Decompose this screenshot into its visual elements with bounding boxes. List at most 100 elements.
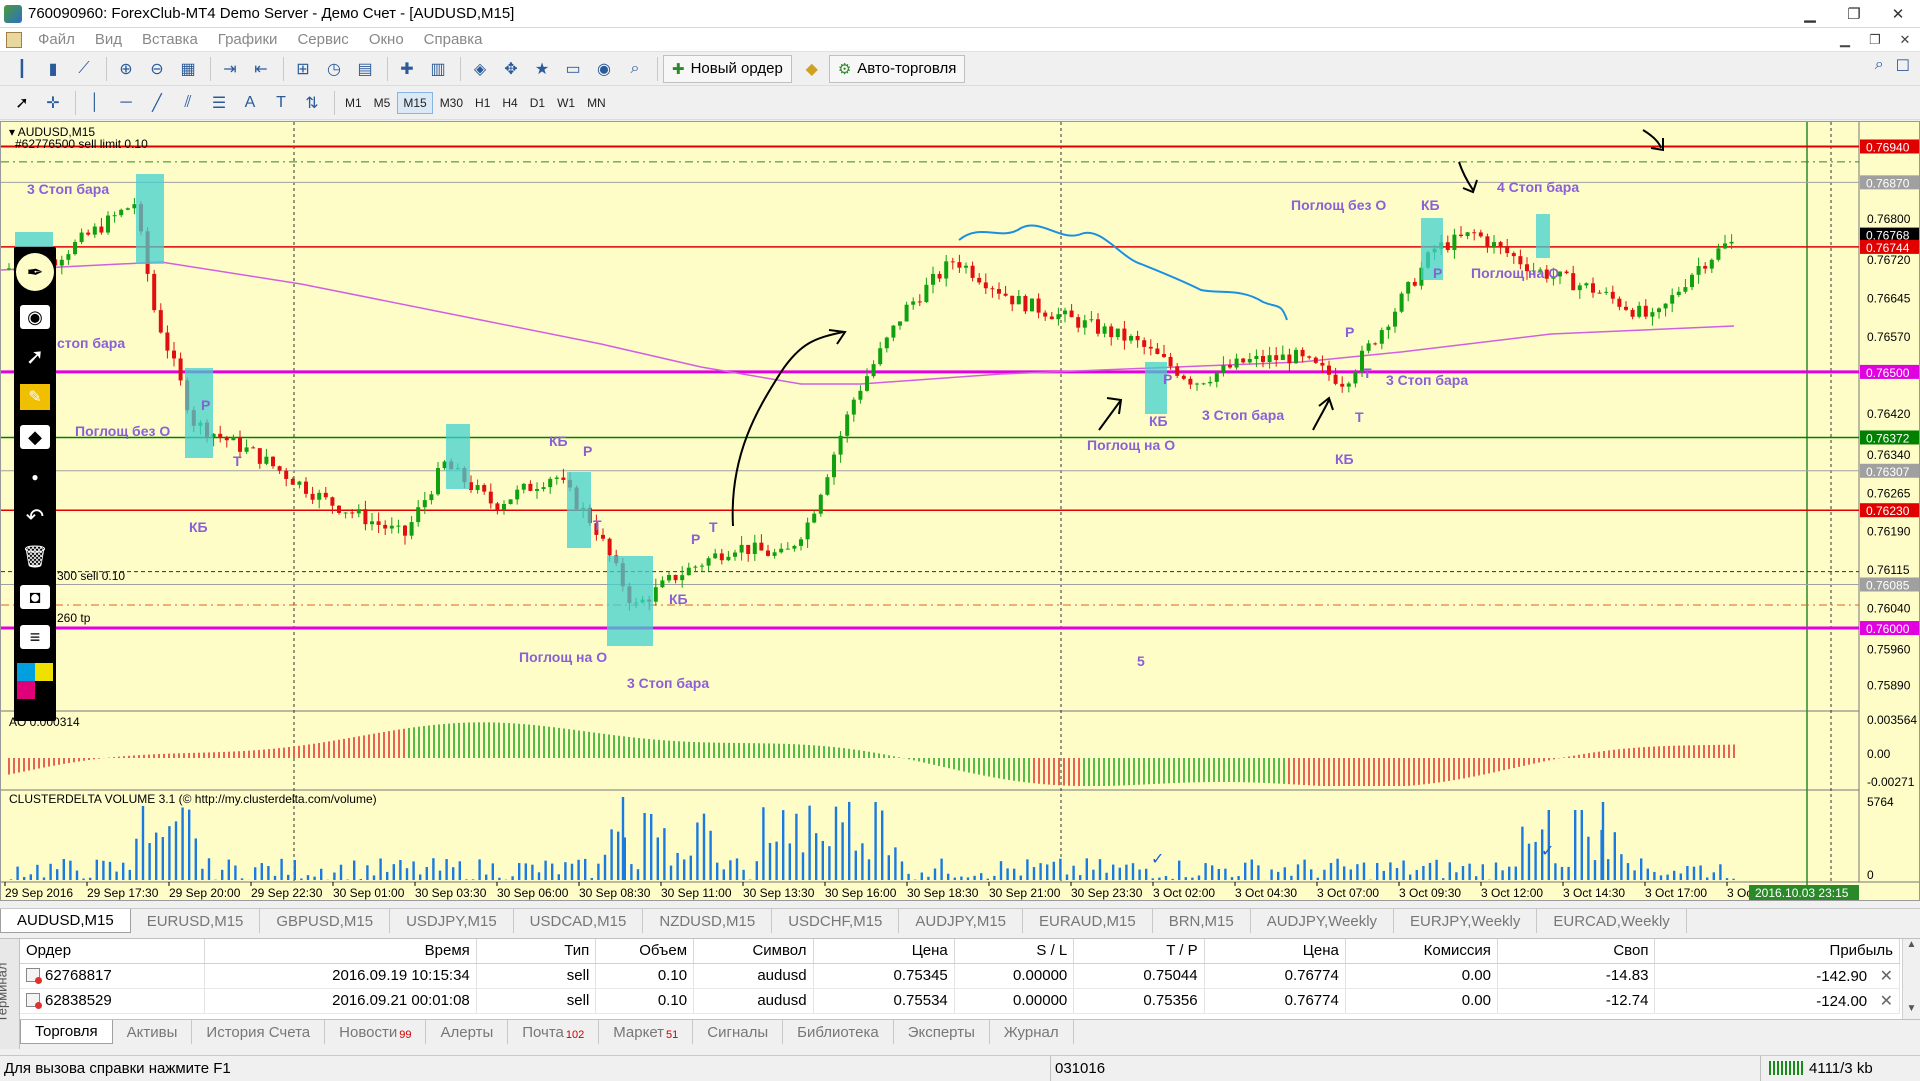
column-header[interactable]: Тип <box>476 939 597 964</box>
notes-icon[interactable]: ≡ <box>20 625 50 649</box>
minimize-button[interactable]: ▁ <box>1788 0 1832 28</box>
chart-tab[interactable]: USDJPY,M15 <box>390 909 514 933</box>
chart-tab[interactable]: USDCAD,M15 <box>514 909 644 933</box>
chart-tab[interactable]: AUDJPY,Weekly <box>1251 909 1395 933</box>
column-header[interactable]: Объем <box>595 939 695 964</box>
trendline-icon[interactable]: ╱ <box>143 90 171 116</box>
column-header[interactable]: Цена <box>813 939 955 964</box>
line-chart-icon[interactable]: ⟋ <box>70 56 98 82</box>
menu-view[interactable]: Вид <box>85 31 132 48</box>
camera-icon[interactable]: ◘ <box>20 585 50 609</box>
column-header[interactable]: Ордер <box>20 939 206 964</box>
scroll-up-icon[interactable]: ▲ <box>1903 939 1920 957</box>
color-yellow[interactable] <box>35 663 53 681</box>
chart-tab[interactable]: NZDUSD,M15 <box>643 909 773 933</box>
indicators-icon[interactable]: ⊞ <box>289 56 317 82</box>
chart-tab[interactable]: AUDJPY,M15 <box>899 909 1023 933</box>
tester-icon[interactable]: ◉ <box>590 56 618 82</box>
pen-logo-icon[interactable]: ✒ <box>16 253 54 291</box>
terminal-tab[interactable]: Почта 102 <box>508 1020 600 1044</box>
profiles-icon[interactable]: ▥ <box>424 56 452 82</box>
new-order-button[interactable]: ✚ Новый ордер <box>663 54 792 83</box>
tf-m5[interactable]: M5 <box>369 93 396 113</box>
mdi-minimize-button[interactable]: ▁ <box>1830 28 1860 52</box>
crosshair-icon[interactable]: ✛ <box>39 90 67 116</box>
menu-window[interactable]: Окно <box>359 31 414 48</box>
bar-chart-icon[interactable]: ┃ <box>8 56 36 82</box>
terminal-tab[interactable]: Новости 99 <box>325 1020 427 1044</box>
text-label-icon[interactable]: T <box>267 90 295 116</box>
close-order-icon[interactable]: ✕ <box>1875 993 1893 1010</box>
close-order-icon[interactable]: ✕ <box>1875 968 1893 985</box>
table-row[interactable]: 62838529 2016.09.21 00:01:08 sell 0.10 audus… <box>20 988 1900 1014</box>
zoom-out-icon[interactable]: ⊖ <box>143 56 171 82</box>
eraser-icon[interactable]: ◆ <box>20 425 50 449</box>
undo-icon[interactable]: ↶ <box>14 497 56 537</box>
cursor-icon[interactable]: ➚ <box>8 90 36 116</box>
color-magenta[interactable] <box>17 681 35 699</box>
terminal-tab[interactable]: Активы <box>113 1020 193 1044</box>
menu-file[interactable]: Файл <box>28 31 85 48</box>
mdi-close-button[interactable]: ✕ <box>1890 28 1920 52</box>
column-header[interactable]: Время <box>204 939 477 964</box>
color-black[interactable] <box>35 681 53 699</box>
price-chart[interactable]: 0.76800 0.76720 0.76645 0.76570 0.76420 0.763… <box>1 122 1920 901</box>
chat-icon[interactable]: ☐ <box>1896 56 1910 76</box>
menu-tools[interactable]: Сервис <box>287 31 358 48</box>
restore-button[interactable]: ❐ <box>1832 0 1876 28</box>
market-watch-icon[interactable]: ◈ <box>466 56 494 82</box>
autotrading-button[interactable]: ⚙ Авто-торговля <box>828 54 966 83</box>
tf-m30[interactable]: M30 <box>435 93 468 113</box>
chart-shift-icon[interactable]: ⇤ <box>247 56 275 82</box>
chart-tab[interactable]: AUDUSD,M15 <box>0 909 131 933</box>
terminal-tab[interactable]: Эксперты <box>894 1020 990 1044</box>
terminal-tab[interactable]: История Счета <box>192 1020 326 1044</box>
zoom-in-icon[interactable]: ⊕ <box>112 56 140 82</box>
column-header[interactable]: Символ <box>693 939 814 964</box>
menu-insert[interactable]: Вставка <box>132 31 208 48</box>
chart-tab[interactable]: BRN,M15 <box>1153 909 1251 933</box>
terminal-tab[interactable]: Маркет 51 <box>599 1020 694 1044</box>
chart-window-icon[interactable] <box>6 31 22 48</box>
periods-icon[interactable]: ◷ <box>320 56 348 82</box>
auto-scroll-icon[interactable]: ⇥ <box>216 56 244 82</box>
fibo-icon[interactable]: ☰ <box>205 90 233 116</box>
table-row[interactable]: 62768817 2016.09.19 10:15:34 sell 0.10 audus… <box>20 963 1900 989</box>
tf-w1[interactable]: W1 <box>552 93 580 113</box>
terminal-tab[interactable]: Библиотека <box>783 1020 894 1044</box>
pointer-icon[interactable]: ➚ <box>14 337 56 377</box>
column-header[interactable]: Своп <box>1497 939 1656 964</box>
chart-tab[interactable]: GBPUSD,M15 <box>260 909 391 933</box>
terminal-icon[interactable]: ▭ <box>559 56 587 82</box>
terminal-tab[interactable]: Торговля <box>20 1020 113 1044</box>
arrows-icon[interactable]: ⇅ <box>298 90 326 116</box>
column-header[interactable]: Цена <box>1204 939 1346 964</box>
trash-icon[interactable]: 🗑 <box>14 537 56 577</box>
chart-tab[interactable]: EURAUD,M15 <box>1023 909 1153 933</box>
tf-h4[interactable]: H4 <box>497 93 522 113</box>
terminal-tab[interactable]: Сигналы <box>693 1020 784 1044</box>
dot-icon[interactable]: ● <box>14 457 56 497</box>
tf-h1[interactable]: H1 <box>470 93 495 113</box>
tf-d1[interactable]: D1 <box>525 93 550 113</box>
chart-tab[interactable]: EURCAD,Weekly <box>1537 909 1687 933</box>
menu-help[interactable]: Справка <box>414 31 493 48</box>
navigator-icon[interactable]: ★ <box>528 56 556 82</box>
menu-charts[interactable]: Графики <box>208 31 288 48</box>
column-header[interactable]: Комиссия <box>1345 939 1498 964</box>
tile-windows-icon[interactable]: ▦ <box>174 56 202 82</box>
vertical-line-icon[interactable]: │ <box>81 90 109 116</box>
search-icon[interactable]: ⌕ <box>621 56 649 82</box>
column-header[interactable]: T / P <box>1073 939 1205 964</box>
column-header[interactable]: S / L <box>954 939 1075 964</box>
data-window-icon[interactable]: ✥ <box>497 56 525 82</box>
horizontal-line-icon[interactable]: ─ <box>112 90 140 116</box>
marker-icon[interactable]: ✎ <box>20 384 50 410</box>
close-button[interactable]: ✕ <box>1876 0 1920 28</box>
tf-mn[interactable]: MN <box>582 93 611 113</box>
templates-icon[interactable]: ▤ <box>351 56 379 82</box>
color-cyan[interactable] <box>17 663 35 681</box>
tf-m15[interactable]: M15 <box>397 91 433 114</box>
candlestick-icon[interactable]: ▮ <box>39 56 67 82</box>
new-chart-icon[interactable]: ✚ <box>393 56 421 82</box>
